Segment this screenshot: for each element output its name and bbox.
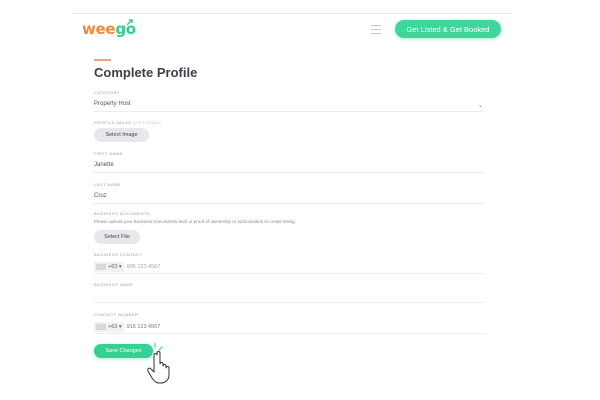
business-name-label: BUSINESS NAME: [94, 282, 134, 287]
hamburger-menu-icon[interactable]: [371, 25, 381, 34]
business-name-underline: [94, 302, 484, 303]
optional-tag: (OPTIONAL): [133, 120, 162, 125]
first-name-field[interactable]: Janette: [94, 162, 114, 168]
weego-logo[interactable]: weego: [82, 19, 136, 38]
contact-number-input[interactable]: 915 123 4567: [127, 324, 161, 330]
business-contact-underline: [94, 273, 484, 274]
title-accent-bar: [94, 59, 111, 61]
contact-country-code: +63: [108, 324, 118, 330]
business-documents-hint: Please upload your Business Document/s a…: [94, 219, 296, 224]
business-contact-input[interactable]: 905 123 4567: [127, 264, 161, 270]
contact-number-field[interactable]: +63 ▾ 915 123 4567: [94, 322, 160, 332]
country-code-select[interactable]: +63 ▾: [94, 262, 124, 272]
select-image-button[interactable]: Select Image: [94, 128, 149, 142]
logo-text-wee: wee: [82, 20, 116, 38]
business-contact-field[interactable]: +63 ▾ 905 123 4567: [94, 262, 160, 272]
header-divider: [72, 13, 512, 14]
last-name-field[interactable]: Cruz: [94, 193, 107, 199]
pointer-hand-icon: [146, 343, 170, 384]
category-underline: [94, 111, 484, 112]
profile-image-label-text: PROFILE IMAGE: [94, 120, 132, 125]
logo-arrow-icon: [126, 19, 133, 26]
first-name-underline: [94, 172, 484, 173]
contact-number-underline: [94, 333, 484, 334]
country-code: +63: [108, 264, 118, 270]
category-select[interactable]: Property Host: [94, 101, 131, 107]
business-documents-label: BUSINESS DOCUMENTS: [94, 211, 151, 216]
page-title: Complete Profile: [94, 65, 198, 80]
contact-country-code-select[interactable]: +63 ▾: [94, 322, 124, 332]
flag-icon: [96, 264, 106, 270]
last-name-label: LAST NAME: [94, 182, 122, 187]
contact-number-label: CONTACT NUMBER: [94, 312, 139, 317]
business-name-field[interactable]: [94, 292, 484, 301]
last-name-underline: [94, 203, 484, 204]
flag-icon: [96, 324, 106, 330]
select-file-button[interactable]: Select File: [94, 230, 140, 244]
category-label: CATEGORY: [94, 90, 121, 95]
first-name-label: FIRST NAME: [94, 151, 124, 156]
chevron-down-icon[interactable]: ⌄: [478, 102, 483, 109]
profile-image-label: PROFILE IMAGE (OPTIONAL): [94, 120, 161, 125]
get-listed-button[interactable]: Get Listed & Get Booked: [395, 20, 501, 38]
business-contact-label: BUSINESS CONTACT: [94, 252, 143, 257]
